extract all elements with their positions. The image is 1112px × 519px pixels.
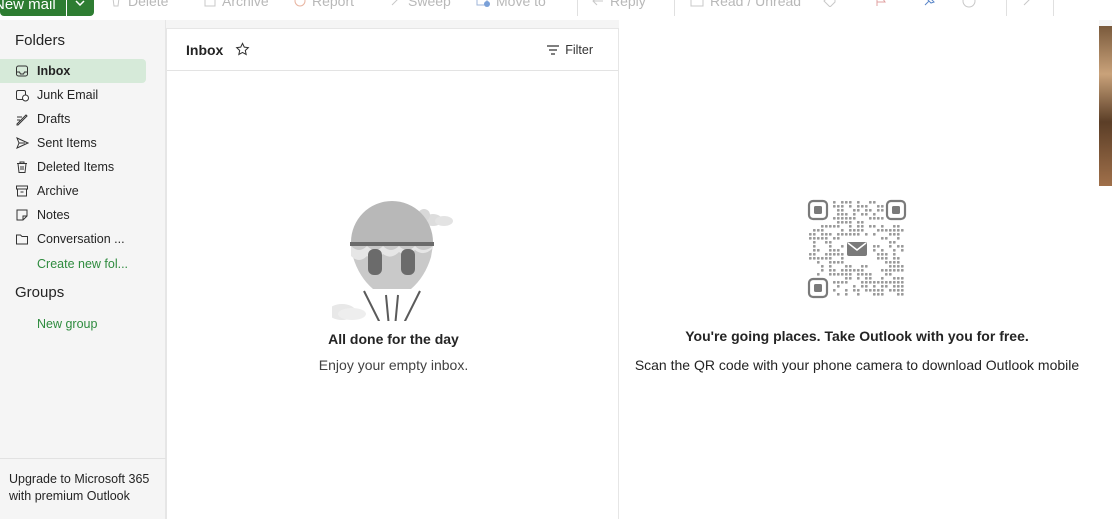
tag-button[interactable] [823, 0, 837, 10]
reply-icon [592, 0, 603, 6]
star-icon[interactable] [235, 42, 250, 57]
folder-pane: Folders Inbox Junk Email Drafts Sent Ite… [0, 20, 166, 519]
tag-icon [823, 0, 836, 7]
report-label: Report [312, 0, 355, 9]
snooze-button[interactable] [962, 0, 976, 10]
pin-icon [924, 0, 935, 6]
folder-label: Inbox [37, 64, 71, 78]
mobile-promo-title: You're going places. Take Outlook with y… [685, 328, 1029, 344]
new-group-link[interactable]: New group [37, 317, 97, 331]
folder-label: Notes [37, 208, 70, 222]
background-photo [1099, 26, 1112, 186]
drafts-icon [14, 112, 29, 127]
reading-pane: You're going places. Take Outlook with y… [619, 20, 1099, 519]
toolbar-divider [1006, 0, 1007, 16]
command-toolbar: New mail Delete Archive Report Sweep Mov… [0, 0, 1112, 20]
report-button[interactable]: Report [294, 0, 354, 10]
folder-label: Conversation ... [37, 232, 125, 246]
empty-state-subtitle: Enjoy your empty inbox. [318, 357, 469, 373]
new-mail-label: New mail [0, 0, 56, 13]
upgrade-banner[interactable]: Upgrade to Microsoft 365 with premium Ou… [0, 458, 166, 519]
message-list: Inbox Filter All done for the day Enjoy … [166, 28, 619, 519]
pin-button[interactable] [922, 0, 936, 10]
move-to-label: Move to [496, 0, 546, 9]
folder-conversation-history[interactable]: Conversation ... [0, 227, 146, 251]
mobile-promo-subtitle: Scan the QR code with your phone camera … [634, 357, 1080, 373]
sent-icon [14, 136, 29, 151]
new-mail-button[interactable]: New mail [0, 0, 66, 16]
notes-icon [14, 208, 29, 223]
reply-label: Reply [610, 0, 646, 9]
archive-label: Archive [222, 0, 269, 9]
folder-move-icon [476, 0, 490, 7]
filter-icon [547, 45, 560, 55]
folder-archive[interactable]: Archive [0, 179, 146, 203]
folder-inbox[interactable]: Inbox [0, 59, 146, 83]
trash-icon [14, 160, 29, 175]
envelope-open-icon [690, 0, 704, 7]
folder-drafts[interactable]: Drafts [0, 107, 146, 131]
create-new-folder-link[interactable]: Create new fol... [37, 257, 128, 271]
sweep-label: Sweep [408, 0, 451, 9]
empty-state-title: All done for the day [328, 331, 459, 347]
toolbar-divider [674, 0, 675, 16]
folders-heading[interactable]: Folders [15, 32, 65, 49]
junk-icon [14, 88, 29, 103]
read-unread-label: Read / Unread [710, 0, 802, 9]
archive-icon [204, 0, 216, 7]
delete-label: Delete [128, 0, 169, 9]
chevron-down-icon [75, 0, 85, 6]
toolbar-divider [577, 0, 578, 16]
folder-label: Archive [37, 184, 79, 198]
filter-label: Filter [565, 43, 593, 57]
hot-air-balloon-illustration [332, 201, 453, 321]
read-unread-button[interactable]: Read / Unread [690, 0, 801, 10]
message-list-header: Inbox Filter [167, 29, 618, 71]
broom-icon [391, 0, 398, 6]
toolbar-divider [1053, 0, 1054, 16]
folder-title: Inbox [186, 42, 224, 58]
delete-button[interactable]: Delete [110, 0, 168, 10]
folder-notes[interactable]: Notes [0, 203, 146, 227]
new-mail-dropdown-button[interactable] [67, 0, 94, 16]
folder-label: Deleted Items [37, 160, 115, 174]
folder-label: Drafts [37, 112, 71, 126]
arrow-icon [1023, 0, 1030, 6]
flag-icon [876, 0, 886, 6]
move-to-button[interactable]: Move to [476, 0, 546, 10]
flag-button[interactable] [875, 0, 887, 10]
sweep-button[interactable]: Sweep [390, 0, 451, 10]
archive-button[interactable]: Archive [204, 0, 269, 10]
reply-button[interactable]: Reply [592, 0, 646, 10]
folder-junk-email[interactable]: Junk Email [0, 83, 146, 107]
clock-icon [962, 0, 976, 8]
more-options-button[interactable]: ··· [1070, 0, 1089, 8]
trash-icon [112, 0, 120, 7]
right-edge [1099, 186, 1112, 519]
filter-button[interactable]: Filter [547, 43, 593, 57]
shield-icon [294, 0, 306, 7]
folder-deleted-items[interactable]: Deleted Items [0, 155, 146, 179]
archive-icon [14, 184, 29, 199]
folder-sent-items[interactable]: Sent Items [0, 131, 146, 155]
qr-code-image [807, 199, 907, 299]
folder-icon [14, 232, 29, 247]
folder-label: Sent Items [37, 136, 97, 150]
groups-heading[interactable]: Groups [15, 284, 64, 301]
undo-button[interactable] [1022, 0, 1034, 10]
upgrade-text: Upgrade to Microsoft 365 with premium Ou… [9, 472, 150, 503]
inbox-icon [14, 64, 29, 79]
folder-label: Junk Email [37, 88, 99, 102]
